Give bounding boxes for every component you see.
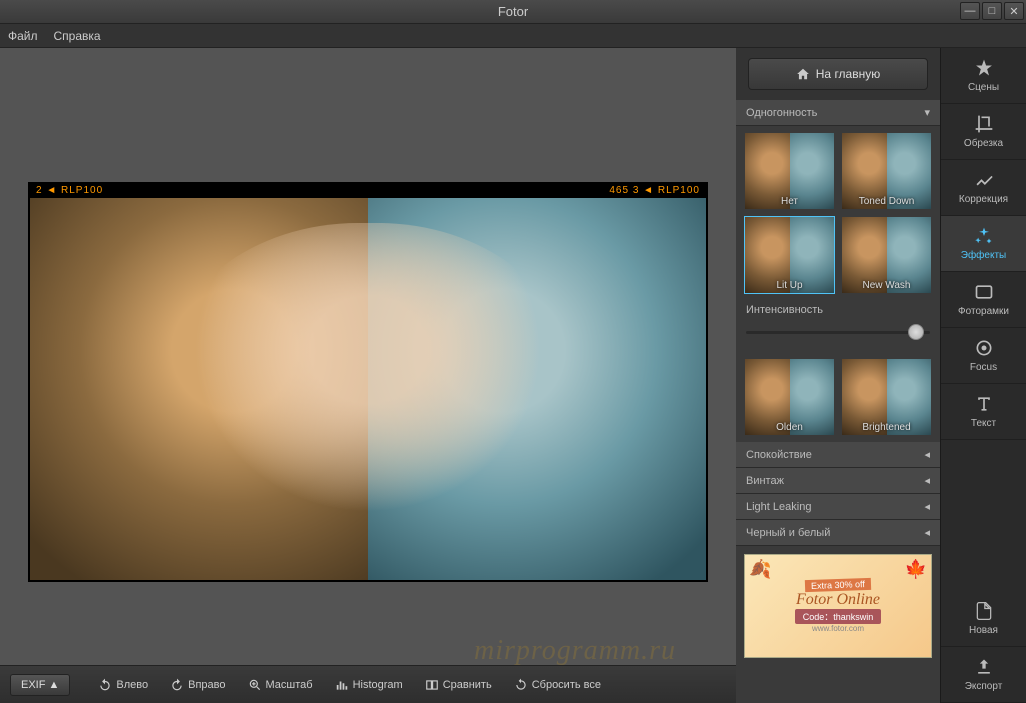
side-tool-effects[interactable]: Эффекты — [941, 216, 1026, 272]
chevron-left-icon: ◂ — [924, 448, 930, 461]
effect-thumb-toned-down[interactable]: Toned Down — [841, 132, 932, 210]
film-marker-left: 2 ◄ RLP100 — [36, 185, 103, 196]
text-icon — [974, 394, 994, 414]
minimize-button[interactable]: — — [960, 2, 980, 20]
intensity-slider[interactable] — [746, 322, 930, 342]
exif-button[interactable]: EXIF ▲ — [10, 674, 70, 696]
chevron-down-icon: ▾ — [924, 106, 930, 119]
menubar: Файл Справка — [0, 24, 1026, 48]
intensity-label: Интенсивность — [746, 304, 823, 316]
side-tool-focus[interactable]: Focus — [941, 328, 1026, 384]
zoom-button[interactable]: Масштаб — [240, 674, 321, 696]
effect-thumbs-group1: НетToned DownLit UpNew Wash — [736, 126, 940, 300]
histogram-button[interactable]: Histogram — [327, 674, 411, 696]
side-tool-adjust[interactable]: Коррекция — [941, 160, 1026, 216]
canvas-area: 2 ◄ RLP100 465 3 ◄ RLP100 mirprogramm.ru… — [0, 48, 736, 703]
chevron-left-icon: ◂ — [924, 500, 930, 513]
window-controls: — □ ✕ — [960, 2, 1024, 20]
effects-panel: На главную Одногонность▾ НетToned DownLi… — [736, 48, 940, 703]
new-icon — [974, 601, 994, 621]
category-черный-и-белый[interactable]: Черный и белый◂ — [736, 520, 940, 546]
close-button[interactable]: ✕ — [1004, 2, 1024, 20]
effect-thumb-lit-up[interactable]: Lit Up — [744, 216, 835, 294]
focus-icon — [974, 338, 994, 358]
effect-thumb-olden[interactable]: Olden — [744, 358, 835, 436]
frames-icon — [974, 282, 994, 302]
ad-code: Code：thankswin — [795, 609, 882, 624]
titlebar: Fotor — □ ✕ — [0, 0, 1026, 24]
intensity-control: Интенсивность — [736, 300, 940, 352]
window-title: Fotor — [498, 4, 528, 19]
menu-file[interactable]: Файл — [8, 29, 38, 43]
promo-banner[interactable]: 🍂 🍁 Extra 30% off Fotor Online Code：than… — [744, 554, 932, 658]
side-tool-crop[interactable]: Обрезка — [941, 104, 1026, 160]
chevron-left-icon: ◂ — [924, 526, 930, 539]
chevron-left-icon: ◂ — [924, 474, 930, 487]
rotate-right-button[interactable]: Вправо — [162, 674, 233, 696]
effect-thumb-brightened[interactable]: Brightened — [841, 358, 932, 436]
scenes-icon — [974, 58, 994, 78]
adjust-icon — [974, 170, 994, 190]
home-button[interactable]: На главную — [748, 58, 928, 90]
effect-thumb-new-wash[interactable]: New Wash — [841, 216, 932, 294]
reset-button[interactable]: Сбросить все — [506, 674, 609, 696]
bottom-toolbar: EXIF ▲ Влево Вправо Масштаб Histogram Ср… — [0, 665, 736, 703]
maximize-button[interactable]: □ — [982, 2, 1002, 20]
effect-thumbs-group2: OldenBrightened — [736, 352, 940, 442]
film-markers: 2 ◄ RLP100 465 3 ◄ RLP100 — [30, 184, 706, 198]
side-tool-frames[interactable]: Фоторамки — [941, 272, 1026, 328]
photo-preview[interactable]: 2 ◄ RLP100 465 3 ◄ RLP100 — [28, 182, 708, 582]
menu-help[interactable]: Справка — [54, 29, 101, 43]
category-open[interactable]: Одногонность▾ — [736, 100, 940, 126]
side-tool-scenes[interactable]: Сцены — [941, 48, 1026, 104]
ad-ribbon: Extra 30% off — [805, 578, 871, 592]
compare-button[interactable]: Сравнить — [417, 674, 500, 696]
category-винтаж[interactable]: Винтаж◂ — [736, 468, 940, 494]
ad-title: Fotor Online — [796, 591, 880, 609]
crop-icon — [974, 114, 994, 134]
effects-icon — [974, 226, 994, 246]
category-спокойствие[interactable]: Спокойствие◂ — [736, 442, 940, 468]
image-effect — [368, 198, 706, 580]
category-light-leaking[interactable]: Light Leaking◂ — [736, 494, 940, 520]
film-marker-right: 465 3 ◄ RLP100 — [609, 185, 700, 196]
ad-url: www.fotor.com — [812, 624, 864, 633]
rotate-left-button[interactable]: Влево — [90, 674, 156, 696]
side-toolbar: СценыОбрезкаКоррекцияЭффектыФоторамкиFoc… — [940, 48, 1026, 703]
side-tool-export[interactable]: Экспорт — [941, 647, 1026, 703]
side-tool-text[interactable]: Текст — [941, 384, 1026, 440]
export-icon — [974, 657, 994, 677]
side-tool-new[interactable]: Новая — [941, 591, 1026, 647]
effect-thumb-нет[interactable]: Нет — [744, 132, 835, 210]
